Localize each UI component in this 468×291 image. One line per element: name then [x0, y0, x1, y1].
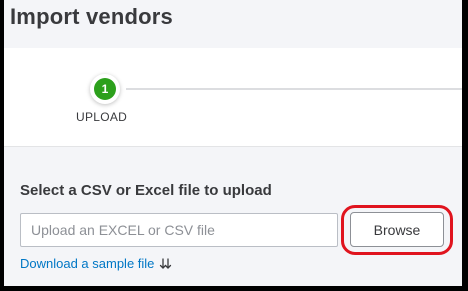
section-divider: [4, 146, 462, 147]
download-sample-label: Download a sample file: [20, 256, 155, 271]
browse-button[interactable]: Browse: [350, 212, 444, 247]
download-arrows-icon: [159, 257, 172, 270]
page-title: Import vendors: [10, 4, 173, 29]
step-1-number: 1: [94, 78, 116, 100]
import-vendors-window: Import vendors 1 UPLOAD Select a CSV or …: [4, 0, 462, 286]
step-1-label: UPLOAD: [76, 110, 128, 124]
stepper-progress-line: [126, 88, 462, 90]
file-upload-input[interactable]: [20, 213, 338, 247]
step-1-indicator: 1: [90, 74, 120, 104]
upload-section-label: Select a CSV or Excel file to upload: [20, 182, 272, 199]
download-sample-link[interactable]: Download a sample file: [20, 256, 172, 271]
stepper: 1 UPLOAD: [4, 48, 462, 146]
